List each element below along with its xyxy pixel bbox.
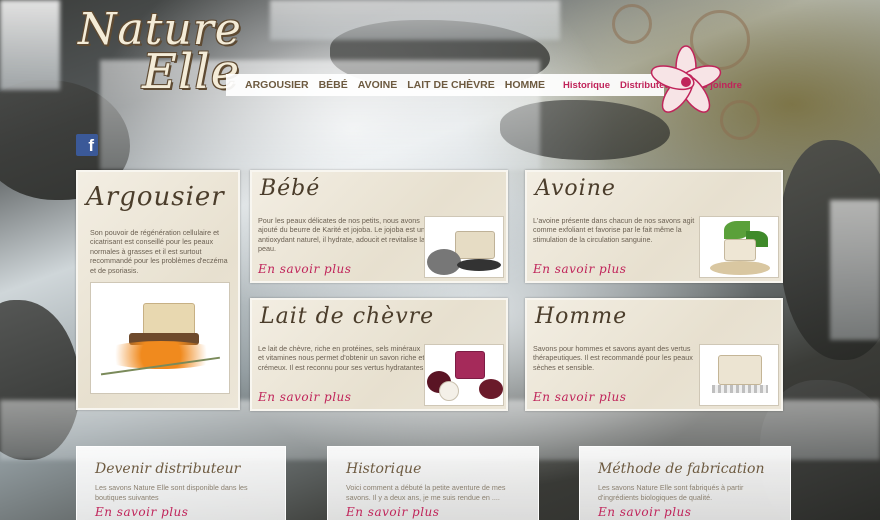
learn-more-distributeur-link[interactable]: En savoir plus (95, 505, 188, 519)
bebe-soap-image (424, 216, 504, 278)
info-text-distributeur: Les savons Nature Elle sont disponible d… (95, 483, 248, 502)
info-title-methode: Méthode de fabrication (598, 461, 765, 477)
flower-icon (650, 45, 722, 113)
nav-link-argousier[interactable]: ARGOUSIER (240, 79, 314, 91)
avoine-soap-image (699, 216, 779, 278)
info-card-methode[interactable]: Méthode de fabrication Les savons Nature… (579, 446, 791, 520)
learn-more-historique-link[interactable]: En savoir plus (346, 505, 439, 519)
product-card-lait-de-chevre[interactable]: Lait de chèvre Le lait de chèvre, riche … (250, 298, 508, 411)
product-card-avoine[interactable]: Avoine L'avoine présente dans chacun de … (525, 170, 783, 283)
nav-link-lait-de-chevre[interactable]: LAIT DE CHÈVRE (402, 79, 500, 91)
product-description-bebe: Pour les peaux délicates de nos petits, … (258, 216, 426, 254)
info-text-historique: Voici comment a débuté la petite aventur… (346, 483, 506, 502)
main-navigation: ARGOUSIER BÉBÉ AVOINE LAIT DE CHÈVRE HOM… (226, 74, 742, 96)
nav-link-historique[interactable]: Historique (558, 80, 615, 91)
facebook-icon[interactable]: f (76, 134, 98, 156)
product-description-homme: Savons pour hommes et savons ayant des v… (533, 344, 693, 372)
info-title-distributeur: Devenir distributeur (95, 461, 241, 477)
product-description-lait-de-chevre: Le lait de chèvre, riche en protéines, s… (258, 344, 425, 372)
info-card-historique[interactable]: Historique Voici comment a débuté la pet… (327, 446, 539, 520)
info-text-methode: Les savons Nature Elle sont fabriqués à … (598, 483, 744, 502)
featured-description: Son pouvoir de régénération cellulaire e… (90, 228, 228, 275)
product-card-homme[interactable]: Homme Savons pour hommes et savons ayant… (525, 298, 783, 411)
learn-more-lait-de-chevre-link[interactable]: En savoir plus (258, 390, 351, 404)
featured-product-card[interactable]: Argousier Son pouvoir de régénération ce… (76, 170, 240, 410)
argousier-soap-image (90, 282, 230, 394)
product-title-homme: Homme (535, 304, 628, 329)
learn-more-avoine-link[interactable]: En savoir plus (533, 262, 626, 276)
info-card-distributeur[interactable]: Devenir distributeur Les savons Nature E… (76, 446, 286, 520)
product-description-avoine: L'avoine présente dans chacun de nos sav… (533, 216, 695, 244)
info-title-historique: Historique (346, 461, 422, 477)
product-title-avoine: Avoine (535, 176, 616, 201)
learn-more-bebe-link[interactable]: En savoir plus (258, 262, 351, 276)
product-card-bebe[interactable]: Bébé Pour les peaux délicates de nos pet… (250, 170, 508, 283)
product-title-lait-de-chevre: Lait de chèvre (260, 304, 435, 329)
nav-link-homme[interactable]: HOMME (500, 79, 550, 91)
nav-link-bebe[interactable]: BÉBÉ (314, 79, 353, 91)
lait-de-chevre-soap-image (424, 344, 504, 406)
homme-soap-image (699, 344, 779, 406)
learn-more-methode-link[interactable]: En savoir plus (598, 505, 691, 519)
featured-title: Argousier (86, 182, 225, 212)
product-title-bebe: Bébé (260, 176, 321, 201)
nav-link-avoine[interactable]: AVOINE (353, 79, 402, 91)
learn-more-homme-link[interactable]: En savoir plus (533, 390, 626, 404)
